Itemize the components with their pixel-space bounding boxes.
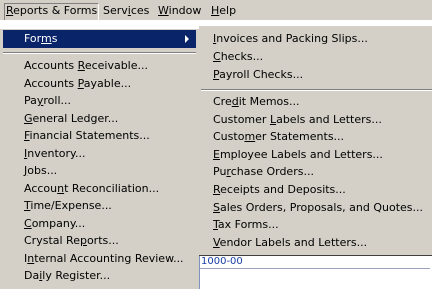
submenu-item-invoices-and-packing-slips[interactable]: Invoices and Packing Slips...	[213, 30, 368, 48]
menu-bar: Reports & Forms Services Window Help	[0, 0, 432, 20]
submenu-item-receipts-and-deposits[interactable]: Receipts and Deposits...	[213, 181, 346, 199]
menu-item-inventory[interactable]: Inventory...	[24, 145, 85, 163]
menu-item-accounts-payable[interactable]: Accounts Payable...	[24, 75, 131, 93]
menu-separator	[3, 52, 196, 54]
menu-window[interactable]: Window	[158, 4, 201, 20]
submenu-arrow-icon	[185, 35, 189, 43]
submenu-item-payroll-checks[interactable]: Payroll Checks...	[213, 66, 303, 84]
menu-item-accounts-receivable[interactable]: Accounts Receivable...	[24, 57, 148, 75]
menu-services[interactable]: Services	[103, 4, 149, 20]
submenu-item-customer-statements[interactable]: Customer Statements...	[213, 128, 344, 146]
menu-item-jobs[interactable]: Jobs...	[24, 162, 57, 180]
menu-item-financial-statements[interactable]: Financial Statements...	[24, 127, 150, 145]
submenu-item-employee-labels-and-letters[interactable]: Employee Labels and Letters...	[213, 146, 383, 164]
menu-help[interactable]: Help	[211, 4, 236, 20]
menu-item-general-ledger[interactable]: General Ledger...	[24, 110, 118, 128]
menu-item-time-expense[interactable]: Time/Expense...	[24, 197, 112, 215]
submenu-item-credit-memos[interactable]: Credit Memos...	[213, 93, 300, 111]
menu-item-daily-register[interactable]: Daily Register...	[24, 267, 110, 285]
account-id-field[interactable]: 1000-00	[200, 256, 430, 269]
menu-item-label: Forms	[24, 32, 58, 45]
submenu-item-checks[interactable]: Checks...	[213, 48, 263, 66]
menu-item-crystal-reports[interactable]: Crystal Reports...	[24, 232, 119, 250]
submenu-separator	[201, 89, 432, 91]
menu-item-forms[interactable]: Forms	[3, 30, 196, 48]
menu-item-payroll[interactable]: Payroll...	[24, 92, 71, 110]
submenu-item-customer-labels-and-letters[interactable]: Customer Labels and Letters...	[213, 111, 382, 129]
forms-submenu: Invoices and Packing Slips... Checks... Pa…	[199, 26, 432, 256]
menu-item-internal-accounting-review[interactable]: Internal Accounting Review...	[24, 250, 184, 268]
menu-item-account-reconciliation[interactable]: Account Reconciliation...	[24, 180, 159, 198]
submenu-item-sales-orders-proposals-and-quotes[interactable]: Sales Orders, Proposals, and Quotes...	[213, 199, 423, 217]
account-area: 1000-00	[199, 256, 432, 289]
submenu-item-tax-forms[interactable]: Tax Forms...	[213, 216, 279, 234]
menu-item-company[interactable]: Company...	[24, 215, 85, 233]
submenu-item-vendor-labels-and-letters[interactable]: Vendor Labels and Letters...	[213, 234, 367, 252]
reports-forms-menu: Forms Accounts Receivable... Accounts Pay…	[0, 29, 200, 289]
submenu-item-purchase-orders[interactable]: Purchase Orders...	[213, 163, 314, 181]
menu-reports-forms[interactable]: Reports & Forms	[4, 3, 100, 20]
